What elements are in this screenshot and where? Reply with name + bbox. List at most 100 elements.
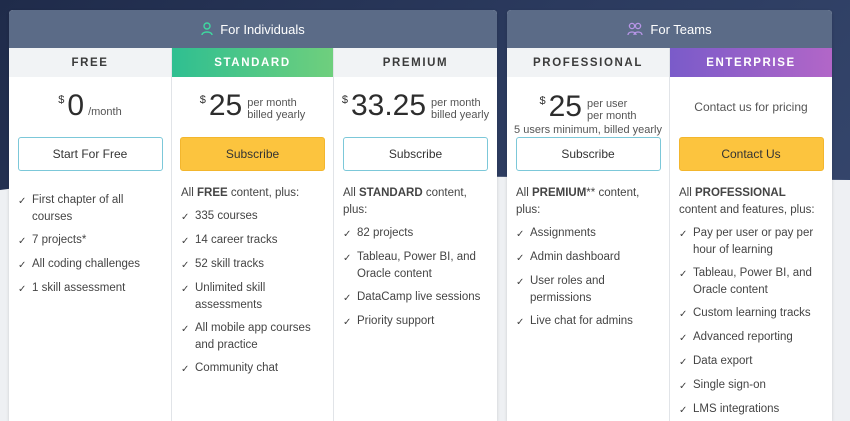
check-icon: ✓: [343, 229, 352, 240]
check-icon: ✓: [181, 364, 190, 375]
check-icon: ✓: [181, 324, 190, 335]
feature-item: ✓ 14 career tracks: [181, 232, 325, 250]
plan-enterprise: ENTERPRISE Contact us for pricing Contac…: [670, 48, 832, 421]
check-icon: ✓: [343, 253, 352, 264]
person-icon: [201, 22, 213, 36]
check-icon: ✓: [516, 277, 525, 288]
check-icon: ✓: [679, 269, 688, 280]
feature-item: ✓ First chapter of all courses: [18, 192, 163, 226]
price-amount: 25: [208, 89, 243, 122]
plan-free: FREE $ 0 /month Start For Free ✓ First ch…: [9, 48, 172, 421]
check-icon: ✓: [516, 253, 525, 264]
teams-group: For Teams PROFESSIONAL $ 25 per user per…: [507, 10, 832, 421]
feature-item: ✓ Admin dashboard: [516, 249, 661, 267]
price-period: /month: [88, 106, 122, 118]
check-icon: ✓: [343, 317, 352, 328]
plan-professional-price: $ 25 per user per month 5 users minimum,…: [507, 77, 669, 137]
plan-free-features: ✓ First chapter of all courses ✓ 7 project…: [9, 171, 171, 298]
plan-premium-title: PREMIUM: [334, 48, 497, 77]
price-amount: 33.25: [350, 89, 427, 122]
feature-item: ✓ 82 projects: [343, 225, 489, 243]
feature-item: ✓ 1 skill assessment: [18, 280, 163, 298]
teams-label: For Teams: [650, 21, 712, 37]
individuals-header: For Individuals: [9, 10, 497, 48]
plan-professional-title: PROFESSIONAL: [507, 48, 669, 77]
feature-item: ✓ User roles and permissions: [516, 273, 661, 307]
people-icon: [627, 22, 644, 36]
price-amount: 25: [548, 89, 582, 123]
feature-item: ✓ Assignments: [516, 225, 661, 243]
plan-standard-price: $ 25 per month billed yearly: [172, 77, 333, 137]
plan-standard: STANDARD $ 25 per month billed yearly Su…: [172, 48, 334, 421]
plan-standard-title: STANDARD: [172, 48, 333, 77]
period-line1: per month: [431, 97, 481, 109]
check-icon: ✓: [181, 212, 190, 223]
currency-symbol: $: [539, 94, 546, 107]
feature-item: ✓ Single sign-on: [679, 377, 824, 395]
plan-enterprise-price: Contact us for pricing: [694, 100, 808, 114]
individuals-label: For Individuals: [220, 21, 305, 37]
price-period: per month billed yearly: [431, 97, 489, 121]
feature-item: ✓ Tableau, Power BI, and Oracle content: [343, 249, 489, 283]
feature-item: ✓ Priority support: [343, 313, 489, 331]
feature-item: ✓ Advanced reporting: [679, 329, 824, 347]
teams-header: For Teams: [507, 10, 832, 48]
check-icon: ✓: [679, 333, 688, 344]
features-intro: All PREMIUM** content, plus:: [516, 187, 640, 216]
subscribe-professional-button[interactable]: Subscribe: [515, 137, 661, 171]
features-intro: All PROFESSIONAL content and features, p…: [679, 187, 815, 216]
check-icon: ✓: [343, 293, 352, 304]
feature-item: ✓ LMS integrations: [679, 401, 824, 419]
period-line2: billed yearly: [247, 109, 306, 121]
plan-professional: PROFESSIONAL $ 25 per user per month 5 u…: [507, 48, 670, 421]
plan-free-price: $ 0 /month: [9, 77, 171, 137]
feature-item: ✓ Unlimited skill assessments: [181, 280, 325, 314]
feature-item: ✓ Live chat for admins: [516, 313, 661, 331]
period-line2: billed yearly: [431, 109, 490, 121]
check-icon: ✓: [679, 405, 688, 416]
feature-item: ✓ 7 projects*: [18, 232, 163, 250]
feature-item: ✓ Pay per user or pay per hour of learnin…: [679, 225, 824, 259]
feature-item: ✓ Data export: [679, 353, 824, 371]
period-line2: per month: [586, 109, 637, 122]
individuals-group: For Individuals FREE $ 0 /month Start Fo…: [9, 10, 497, 421]
subscribe-standard-button[interactable]: Subscribe: [180, 137, 325, 171]
feature-item: ✓ Tableau, Power BI, and Oracle content: [679, 265, 824, 299]
feature-item: ✓ All coding challenges: [18, 256, 163, 274]
check-icon: ✓: [181, 260, 190, 271]
check-icon: ✓: [18, 284, 27, 295]
feature-item: ✓ DataCamp live sessions: [343, 289, 489, 307]
plan-enterprise-features: All PROFESSIONAL content and features, p…: [670, 171, 832, 419]
price-period: per month billed yearly: [247, 97, 305, 121]
period-line1: per month: [247, 97, 297, 109]
period-line1: per user: [586, 97, 628, 110]
check-icon: ✓: [181, 284, 190, 295]
feature-item: ✓ 335 courses: [181, 208, 325, 226]
check-icon: ✓: [679, 357, 688, 368]
check-icon: ✓: [18, 236, 27, 247]
check-icon: ✓: [679, 229, 688, 240]
subscribe-premium-button[interactable]: Subscribe: [343, 137, 488, 171]
check-icon: ✓: [679, 309, 688, 320]
features-intro: All STANDARD content, plus:: [343, 187, 467, 216]
currency-symbol: $: [58, 94, 65, 106]
price-note: 5 users minimum, billed yearly: [514, 123, 662, 136]
plan-standard-features: All FREE content, plus: ✓ 335 courses ✓ 14…: [172, 171, 333, 378]
start-for-free-button[interactable]: Start For Free: [17, 137, 163, 171]
check-icon: ✓: [18, 196, 27, 207]
plan-enterprise-title: ENTERPRISE: [670, 48, 832, 77]
plan-premium: PREMIUM $ 33.25 per month billed yearly …: [334, 48, 497, 421]
feature-item: ✓ Custom learning tracks: [679, 305, 824, 323]
check-icon: ✓: [679, 381, 688, 392]
plan-professional-features: All PREMIUM** content, plus: ✓ Assignment…: [507, 171, 669, 331]
check-icon: ✓: [181, 236, 190, 247]
feature-item: ✓ All mobile app courses and practice: [181, 320, 325, 354]
contact-us-button[interactable]: Contact Us: [678, 137, 824, 171]
price-period: per user per month: [587, 98, 637, 122]
feature-item: ✓ Community chat: [181, 360, 325, 378]
check-icon: ✓: [516, 317, 525, 328]
check-icon: ✓: [516, 229, 525, 240]
plan-premium-price: $ 33.25 per month billed yearly: [334, 77, 497, 137]
currency-symbol: $: [341, 94, 348, 106]
currency-symbol: $: [199, 94, 206, 106]
